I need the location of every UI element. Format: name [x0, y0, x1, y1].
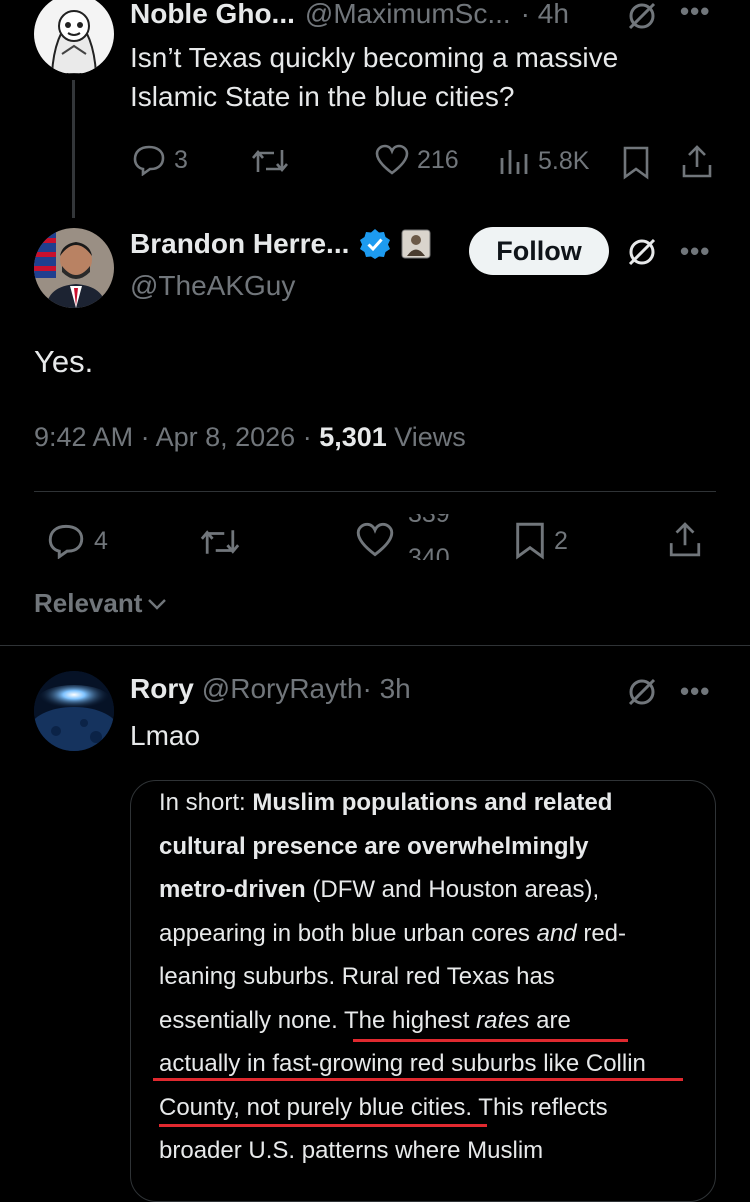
- quote-line: broader U.S. patterns where Muslim: [159, 1137, 544, 1164]
- divider: [34, 491, 716, 492]
- like-count: 339: [408, 514, 450, 528]
- reply-button[interactable]: 3: [132, 144, 188, 176]
- main-tweet-header: Brandon Herre...: [130, 228, 431, 260]
- repost-button[interactable]: [198, 526, 242, 558]
- tweet-time[interactable]: 9:42 AM: [34, 422, 133, 452]
- verified-badge-icon: [359, 228, 391, 260]
- more-options-icon[interactable]: •••: [680, 236, 710, 267]
- thread-line: [72, 80, 75, 218]
- more-options-icon[interactable]: •••: [680, 0, 710, 27]
- author-name[interactable]: Brandon Herre...: [130, 228, 349, 260]
- share-icon[interactable]: [680, 145, 714, 179]
- bookmark-icon[interactable]: [622, 146, 650, 180]
- views-button[interactable]: 5.8K: [498, 146, 589, 176]
- main-tweet-text: Yes.: [34, 344, 94, 379]
- follow-button[interactable]: Follow: [469, 227, 609, 275]
- more-options-icon[interactable]: •••: [680, 676, 710, 707]
- quote-line: leaning suburbs. Rural red Texas has: [159, 963, 555, 990]
- share-icon[interactable]: [667, 522, 703, 558]
- like-count-rolling: 339 340: [408, 514, 468, 560]
- like-button[interactable]: 216: [375, 144, 459, 176]
- tweet-time[interactable]: · 4h: [521, 0, 569, 30]
- chevron-down-icon: [146, 596, 168, 612]
- quote-line: cultural presence are overwhelmingly: [159, 832, 589, 860]
- views-count[interactable]: 5,301: [319, 422, 387, 452]
- quote-line: County, not purely blue cities. This ref…: [159, 1093, 608, 1121]
- parent-tweet-header: Noble Gho... @MaximumSc... · 4h: [130, 0, 569, 30]
- reply-button[interactable]: 4: [46, 523, 108, 559]
- like-count: 216: [417, 145, 459, 174]
- tweet-time[interactable]: · 3h: [362, 673, 410, 705]
- author-name[interactable]: Rory: [130, 673, 194, 705]
- bookmark-icon: [514, 522, 546, 560]
- tweet-text-line: Isn’t Texas quickly becoming a massive: [130, 42, 619, 73]
- quoted-text-block: In short: Muslim populations and related…: [159, 781, 646, 1173]
- reply-tweet-text: Lmao: [130, 720, 201, 751]
- tweet-metadata: 9:42 AM · Apr 8, 2026 · 5,301 Views: [34, 422, 466, 453]
- reply-tweet-header: Rory @RoryRayth · 3h: [130, 673, 411, 705]
- sort-label: Relevant: [34, 588, 143, 618]
- bookmark-count: 2: [554, 526, 568, 555]
- avatar-rory[interactable]: [34, 671, 114, 751]
- like-count-next: 340: [408, 544, 450, 560]
- heart-icon: [375, 144, 409, 176]
- author-name[interactable]: Noble Gho...: [130, 0, 295, 30]
- quote-line: metro-driven (DFW and Houston areas),: [159, 876, 600, 903]
- view-count: 5.8K: [538, 146, 590, 175]
- quote-line: In short: Muslim populations and related: [159, 789, 613, 816]
- reply-count: 4: [94, 526, 108, 555]
- parent-tweet-text: Isn’t Texas quickly becoming a massive I…: [130, 38, 618, 116]
- quoted-image-card[interactable]: In short: Muslim populations and related…: [130, 780, 716, 1202]
- reply-icon: [132, 144, 166, 176]
- grok-icon[interactable]: [626, 0, 658, 32]
- avatar-noble-ghost[interactable]: [34, 0, 114, 74]
- quote-line: appearing in both blue urban cores and r…: [159, 919, 627, 947]
- reply-icon: [46, 523, 86, 559]
- reply-count: 3: [174, 145, 188, 174]
- planet-avatar-icon: [34, 671, 114, 751]
- red-underline: [159, 1124, 487, 1127]
- heart-icon: [356, 522, 394, 558]
- repost-button[interactable]: [250, 146, 290, 176]
- quote-line: essentially none. The highest rates are: [159, 1006, 571, 1034]
- repost-icon: [250, 146, 290, 176]
- separator: ·: [295, 422, 320, 452]
- grok-icon[interactable]: [626, 236, 658, 268]
- like-button[interactable]: [356, 522, 394, 558]
- divider: [0, 645, 750, 646]
- ghost-avatar-icon: [50, 10, 98, 74]
- red-underline: [353, 1039, 628, 1042]
- author-handle[interactable]: @TheAKGuy: [130, 270, 295, 302]
- separator: ·: [133, 422, 156, 452]
- grok-icon[interactable]: [626, 676, 658, 708]
- profile-photo-icon: [34, 228, 106, 308]
- tweet-text-line: Islamic State in the blue cities?: [130, 81, 515, 112]
- red-underline: [153, 1078, 683, 1081]
- bookmark-button[interactable]: 2: [514, 522, 568, 560]
- views-label: Views: [386, 422, 466, 452]
- affiliate-badge-icon: [401, 229, 431, 259]
- repost-icon: [198, 526, 242, 558]
- author-handle[interactable]: @MaximumSc...: [305, 0, 511, 30]
- views-icon: [498, 146, 530, 176]
- author-handle[interactable]: @RoryRayth: [202, 673, 363, 705]
- tweet-date[interactable]: Apr 8, 2026: [156, 422, 296, 452]
- avatar-brandon[interactable]: [34, 228, 114, 308]
- sort-dropdown[interactable]: Relevant: [34, 588, 168, 619]
